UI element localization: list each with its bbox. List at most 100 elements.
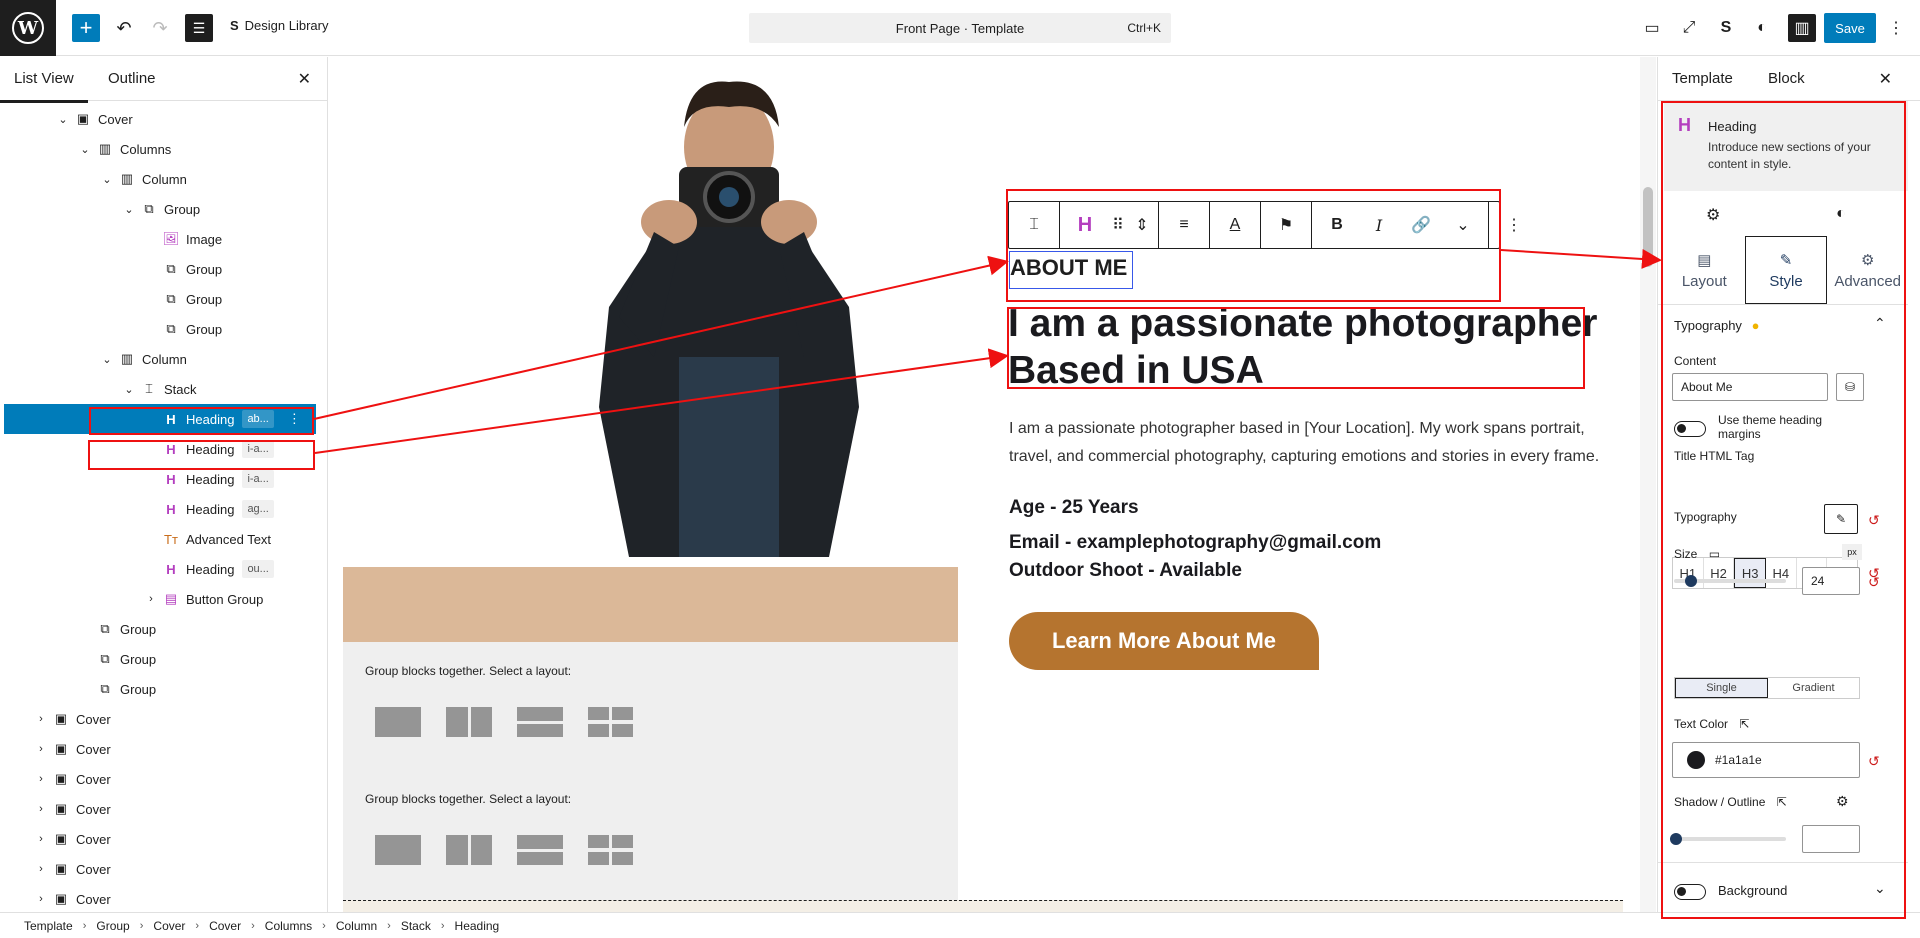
- chevron-icon[interactable]: ⌄: [78, 143, 92, 156]
- breadcrumb-item[interactable]: Cover: [153, 919, 185, 933]
- close-icon[interactable]: ✕: [1879, 69, 1892, 89]
- tab-template[interactable]: Template: [1672, 70, 1733, 87]
- layout-option[interactable]: [375, 835, 421, 865]
- design-library-button[interactable]: S Design Library: [230, 18, 329, 33]
- chevron-icon[interactable]: ›: [34, 863, 48, 875]
- tree-item[interactable]: 🖼 Image: [0, 224, 327, 254]
- breadcrumb-item[interactable]: Stack: [401, 919, 431, 933]
- desktop-preview-icon[interactable]: ▭: [1640, 14, 1664, 42]
- settings-panel-icon[interactable]: ▥: [1788, 14, 1816, 42]
- wordpress-logo[interactable]: W: [0, 0, 56, 56]
- group-icon: ⧉: [166, 321, 176, 336]
- tree-item[interactable]: H Heading ou...: [0, 554, 327, 584]
- chevron-icon[interactable]: ›: [34, 713, 48, 725]
- breadcrumb-item[interactable]: Cover: [209, 919, 241, 933]
- chevron-icon[interactable]: ⌄: [122, 203, 136, 216]
- stackable-icon[interactable]: S: [1714, 14, 1738, 42]
- layout-option[interactable]: [517, 835, 563, 865]
- tree-item[interactable]: ⌄ ▥ Column: [0, 164, 327, 194]
- breadcrumb-item[interactable]: Heading: [455, 919, 500, 933]
- tree-item[interactable]: ⧉ Group: [0, 644, 327, 674]
- chevron-icon[interactable]: ›: [34, 833, 48, 845]
- layout-option[interactable]: [588, 707, 634, 737]
- annotation-box: [1007, 307, 1585, 389]
- save-button[interactable]: Save: [1824, 13, 1876, 43]
- tree-item[interactable]: ⧉ Group: [0, 254, 327, 284]
- age-heading[interactable]: Age - 25 Years: [1009, 497, 1139, 519]
- breadcrumb-separator: ›: [322, 919, 326, 932]
- tree-item[interactable]: ⧉ Group: [0, 614, 327, 644]
- tree-item[interactable]: ⧉ Group: [0, 674, 327, 704]
- tree-item[interactable]: H Heading ag...: [0, 494, 327, 524]
- group-icon: ⧉: [166, 261, 176, 276]
- breadcrumb-item[interactable]: Column: [336, 919, 377, 933]
- tree-item[interactable]: ⌄ ⌶ Stack: [0, 374, 327, 404]
- chevron-icon[interactable]: ⌄: [122, 383, 136, 396]
- breadcrumb-item[interactable]: Group: [96, 919, 129, 933]
- photographer-image[interactable]: [479, 57, 979, 567]
- button-group-icon: ▤: [164, 591, 178, 606]
- chevron-icon[interactable]: ›: [34, 773, 48, 785]
- tree-item-label: Cover: [76, 711, 111, 727]
- close-icon[interactable]: ✕: [298, 69, 311, 89]
- outdoor-heading[interactable]: Outdoor Shoot - Available: [1009, 560, 1242, 582]
- tree-item[interactable]: ⌄ ▥ Column: [0, 344, 327, 374]
- email-heading[interactable]: Email - examplephotography@gmail.com: [1009, 532, 1381, 554]
- chevron-icon[interactable]: ›: [34, 803, 48, 815]
- tree-item[interactable]: ⧉ Group: [0, 284, 327, 314]
- tree-item[interactable]: › ▣ Cover: [0, 704, 327, 734]
- group-icon: ⧉: [144, 201, 154, 216]
- intro-paragraph[interactable]: I am a passionate photographer based in …: [1009, 415, 1609, 471]
- learn-more-button[interactable]: Learn More About Me: [1009, 612, 1319, 670]
- tree-item[interactable]: Tт Advanced Text: [0, 524, 327, 554]
- tree-item[interactable]: › ▤ Button Group: [0, 584, 327, 614]
- breadcrumb-separator: ›: [195, 919, 200, 932]
- tab-outline[interactable]: Outline: [108, 70, 156, 87]
- layout-option[interactable]: [446, 835, 492, 865]
- chevron-icon[interactable]: ⌄: [56, 113, 70, 126]
- canvas-scrollbar[interactable]: [1640, 57, 1656, 912]
- heading-icon: H: [166, 471, 176, 487]
- chevron-icon[interactable]: ›: [34, 743, 48, 755]
- layout-option[interactable]: [517, 707, 563, 737]
- tree-item[interactable]: ⌄ ▣ Cover: [0, 104, 327, 134]
- options-icon[interactable]: ⋮: [1886, 14, 1906, 42]
- advanced-text-icon: Tт: [164, 531, 178, 547]
- list-view-panel: List View Outline ✕ ⌄ ▣ Cover ⌄ ▥ Columns ⌄ ▥ Co…: [0, 57, 328, 912]
- styles-icon[interactable]: ◐: [1750, 14, 1774, 42]
- tree-item[interactable]: ⧉ Group: [0, 314, 327, 344]
- document-overview-button[interactable]: ☰: [185, 14, 213, 42]
- breadcrumb-separator: ›: [440, 919, 445, 932]
- breadcrumb-item[interactable]: Columns: [265, 919, 312, 933]
- tree-item[interactable]: › ▣ Cover: [0, 794, 327, 824]
- breadcrumb-separator: ›: [139, 919, 144, 932]
- breadcrumb-item[interactable]: Template: [24, 919, 73, 933]
- chevron-icon[interactable]: ⌄: [100, 353, 114, 366]
- redo-icon[interactable]: ↷: [146, 14, 174, 42]
- layout-option[interactable]: [446, 707, 492, 737]
- cover-icon: ▣: [54, 771, 68, 786]
- tree-item[interactable]: › ▣ Cover: [0, 884, 327, 912]
- tree-item[interactable]: › ▣ Cover: [0, 854, 327, 884]
- tree-item[interactable]: › ▣ Cover: [0, 764, 327, 794]
- tree-item[interactable]: ⌄ ⧉ Group: [0, 194, 327, 224]
- group-placeholder[interactable]: Group blocks together. Select a layout: …: [343, 642, 958, 912]
- editor-canvas[interactable]: Group blocks together. Select a layout: …: [329, 57, 1640, 912]
- tree-item-tag: ag...: [242, 500, 274, 518]
- tree-item[interactable]: › ▣ Cover: [0, 734, 327, 764]
- command-palette[interactable]: Front Page · Template Ctrl+K: [749, 13, 1171, 43]
- fullscreen-icon[interactable]: ⤢: [1677, 14, 1701, 42]
- undo-icon[interactable]: ↶: [110, 14, 138, 42]
- layout-option[interactable]: [588, 835, 634, 865]
- chevron-icon[interactable]: ›: [34, 893, 48, 905]
- tab-list-view[interactable]: List View: [0, 70, 88, 103]
- tree-item-label: Column: [142, 171, 187, 187]
- tab-block[interactable]: Block: [1768, 70, 1805, 87]
- add-block-button[interactable]: +: [72, 14, 100, 42]
- tree-item[interactable]: › ▣ Cover: [0, 824, 327, 854]
- scrollbar-thumb[interactable]: [1643, 187, 1653, 267]
- tree-item[interactable]: ⌄ ▥ Columns: [0, 134, 327, 164]
- chevron-icon[interactable]: ›: [144, 593, 158, 605]
- chevron-icon[interactable]: ⌄: [100, 173, 114, 186]
- layout-option[interactable]: [375, 707, 421, 737]
